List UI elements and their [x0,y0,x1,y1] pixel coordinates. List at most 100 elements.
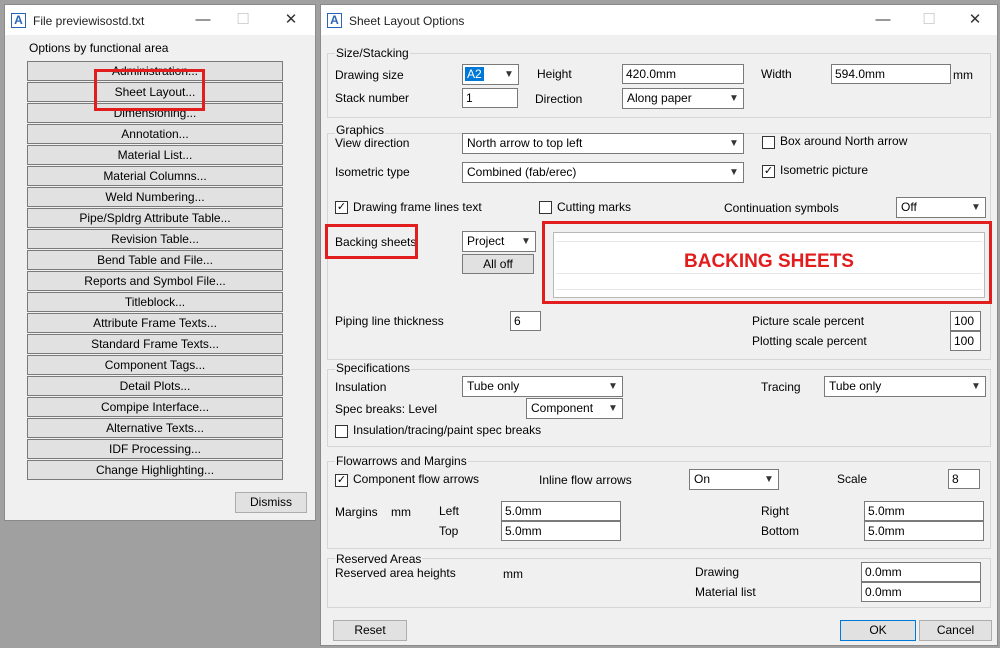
piping-thickness-label: Piping line thickness [335,314,444,328]
inline-flow-select[interactable]: On ▼ [689,469,779,490]
scale-label: Scale [837,472,868,486]
frame-lines-checkbox[interactable]: ✓ [335,201,348,214]
bottom-margin-field[interactable]: 5.0mm [864,521,984,541]
drawing-size-select[interactable]: A2 ▼ [462,64,519,85]
option-button-annotation[interactable]: Annotation... [27,124,283,144]
option-button-compipe-interface[interactable]: Compipe Interface... [27,397,283,417]
sheet-layout-highlight [94,69,205,111]
chevron-down-icon: ▼ [729,93,739,104]
plotting-scale-label: Plotting scale percent [752,334,867,348]
option-button-standard-frame-texts[interactable]: Standard Frame Texts... [27,334,283,354]
option-button-material-list[interactable]: Material List... [27,145,283,165]
top-margin-label: Top [439,524,459,538]
dialog-maximize-icon: ☐ [922,11,936,28]
maximize-icon: ☐ [236,11,250,28]
spec-breaks-select[interactable]: Component ▼ [526,398,623,419]
option-button-detail-plots[interactable]: Detail Plots... [27,376,283,396]
picture-scale-label: Picture scale percent [752,314,865,328]
sheet-layout-dialog: A Sheet Layout Options — ☐ ✕ Size/Stacki… [320,4,998,646]
chevron-down-icon: ▼ [521,236,531,247]
reset-button[interactable]: Reset [333,620,407,641]
scale-field[interactable]: 8 [948,469,980,489]
cutting-marks-checkbox[interactable] [539,201,552,214]
dialog-titlebar[interactable]: A Sheet Layout Options — ☐ ✕ [321,5,997,35]
dialog-logo-icon: A [327,13,342,28]
insulation-select[interactable]: Tube only ▼ [462,376,623,397]
height-label: Height [537,67,572,81]
frame-lines-label: Drawing frame lines text [353,200,482,214]
backing-sheets-label-highlight [325,224,418,259]
chevron-down-icon: ▼ [764,474,774,485]
option-button-reports-and-symbol-file[interactable]: Reports and Symbol File... [27,271,283,291]
right-margin-label: Right [761,504,790,518]
chevron-down-icon: ▼ [608,403,618,414]
option-button-change-highlighting[interactable]: Change Highlighting... [27,460,283,480]
isometric-type-select[interactable]: Combined (fab/erec) ▼ [462,162,744,183]
option-button-alternative-texts[interactable]: Alternative Texts... [27,418,283,438]
width-label: Width [761,67,792,81]
option-button-component-tags[interactable]: Component Tags... [27,355,283,375]
left-window-titlebar[interactable]: A File previewisostd.txt — ☐ ✕ [5,5,315,35]
spec-breaks-label: Spec breaks: Level [335,402,438,416]
dialog-close-icon[interactable]: ✕ [953,7,997,33]
close-icon[interactable]: ✕ [269,7,313,33]
app-logo-icon: A [11,13,26,28]
isometric-picture-checkbox[interactable]: ✓ [762,165,775,178]
direction-select[interactable]: Along paper ▼ [622,88,744,109]
drawing-size-label: Drawing size [335,68,404,82]
piping-thickness-field[interactable]: 6 [510,311,541,331]
backing-sheets-select[interactable]: Project ▼ [462,231,536,252]
dismiss-button[interactable]: Dismiss [235,492,307,513]
tracing-value: Tube only [829,379,882,393]
view-direction-select[interactable]: North arrow to top left ▼ [462,133,744,154]
option-button-titleblock[interactable]: Titleblock... [27,292,283,312]
option-button-idf-processing[interactable]: IDF Processing... [27,439,283,459]
height-field[interactable]: 420.0mm [622,64,744,84]
view-direction-value: North arrow to top left [467,136,583,150]
inline-flow-value: On [694,472,711,486]
option-button-attribute-frame-texts[interactable]: Attribute Frame Texts... [27,313,283,333]
direction-label: Direction [535,92,583,106]
box-north-arrow-checkbox[interactable] [762,136,775,149]
option-button-weld-numbering[interactable]: Weld Numbering... [27,187,283,207]
top-margin-field[interactable]: 5.0mm [501,521,621,541]
all-off-button[interactable]: All off [462,254,534,274]
dialog-minimize-icon[interactable]: — [861,7,905,33]
continuation-value: Off [901,200,917,214]
reserved-heights-label: Reserved area heights [335,566,456,580]
component-flow-checkbox[interactable]: ✓ [335,474,348,487]
right-margin-field[interactable]: 5.0mm [864,501,984,521]
tracing-label: Tracing [761,380,801,394]
graphics-title: Graphics [335,123,386,137]
chevron-down-icon: ▼ [504,69,514,80]
continuation-select[interactable]: Off ▼ [896,197,986,218]
reserved-material-field[interactable]: 0.0mm [861,582,981,602]
spec-breaks-value: Component [531,401,594,415]
plotting-scale-field[interactable]: 100 [950,331,981,351]
option-button-bend-table-and-file[interactable]: Bend Table and File... [27,250,283,270]
backing-sheets-preview-highlight [542,221,992,304]
margins-label: Margins [335,505,378,519]
stack-number-field[interactable]: 1 [462,88,518,108]
left-margin-field[interactable]: 5.0mm [501,501,621,521]
cutting-marks-label: Cutting marks [557,200,632,214]
picture-scale-field[interactable]: 100 [950,311,981,331]
ok-button[interactable]: OK [840,620,916,641]
minimize-icon[interactable]: — [181,7,225,33]
insulation-value: Tube only [467,379,520,393]
ins-trace-paint-label: Insulation/tracing/paint spec breaks [353,423,542,437]
ins-trace-paint-checkbox[interactable] [335,425,348,438]
option-button-material-columns[interactable]: Material Columns... [27,166,283,186]
width-field[interactable]: 594.0mm [831,64,951,84]
drawing-size-value: A2 [465,67,484,81]
option-button-revision-table[interactable]: Revision Table... [27,229,283,249]
size-stacking-title: Size/Stacking [335,46,410,60]
cancel-button[interactable]: Cancel [919,620,992,641]
reserved-drawing-field[interactable]: 0.0mm [861,562,981,582]
isometric-type-label: Isometric type [335,165,410,179]
tracing-select[interactable]: Tube only ▼ [824,376,986,397]
option-button-pipe-spldrg-attribute-table[interactable]: Pipe/Spldrg Attribute Table... [27,208,283,228]
left-window-title: File previewisostd.txt [33,14,145,28]
specifications-title: Specifications [335,361,412,375]
view-direction-label: View direction [335,136,410,150]
